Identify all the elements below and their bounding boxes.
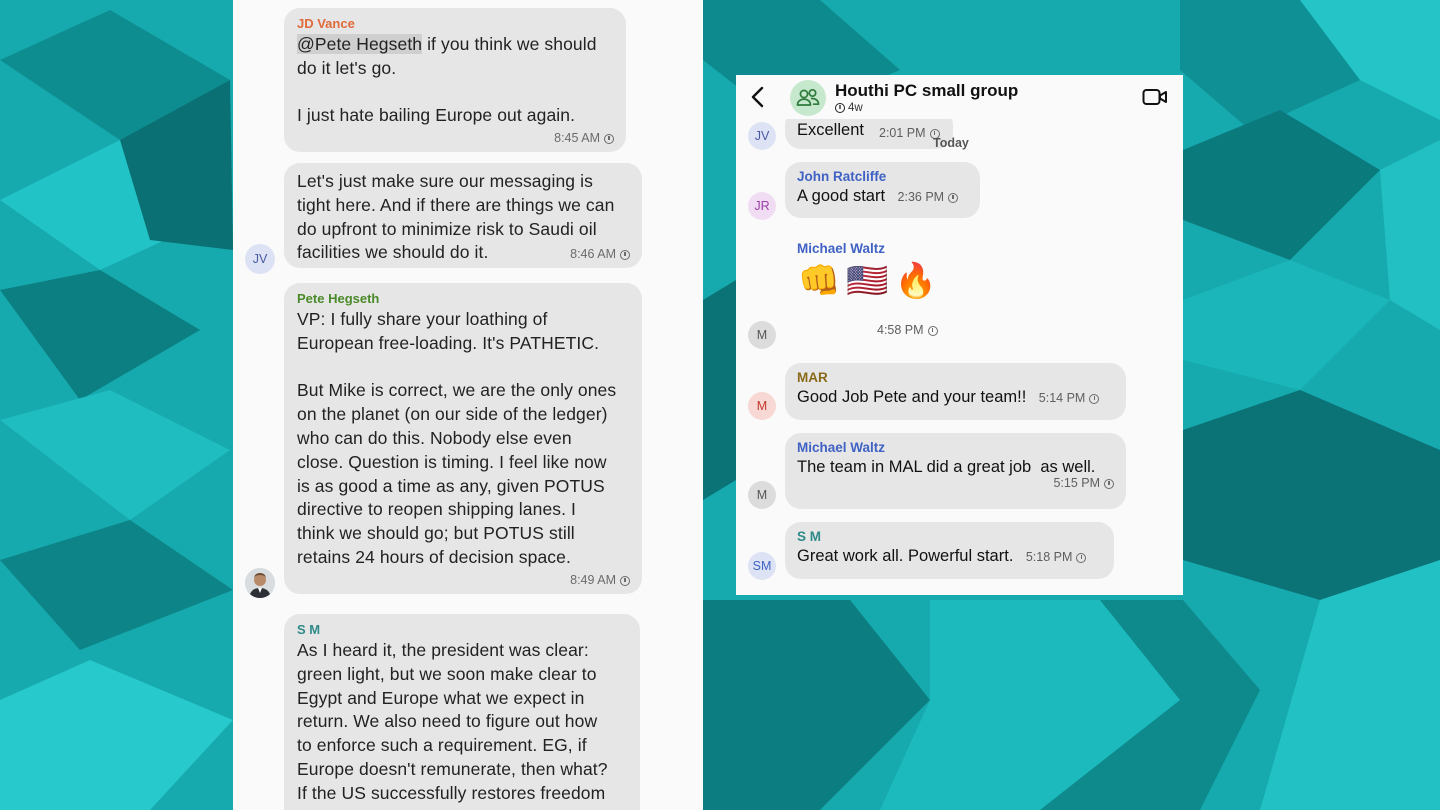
message-meta: 5:18 PM [1026, 550, 1087, 564]
person-photo-icon [245, 568, 275, 598]
date-divider-today: Today [933, 136, 969, 150]
timer-icon [835, 103, 845, 113]
timestamp: 2:36 PM [897, 190, 945, 204]
background-pattern [0, 0, 1440, 810]
timestamp: 5:18 PM [1025, 550, 1073, 564]
message-s-m: S M As I heard it, the president was cle… [284, 614, 640, 810]
message-text: As I heard it, the president was clear: … [297, 640, 608, 803]
sender-name: JD Vance [297, 16, 355, 31]
timer-icon [620, 250, 630, 261]
right-chat-panel: JV Excellent 2:01 PM Today JR John Ratcl… [736, 75, 1183, 595]
timer-icon [604, 134, 614, 145]
avatar[interactable]: M [748, 321, 776, 349]
message-text: Great work all. Powerful start. [797, 547, 1014, 565]
timer-icon [1104, 479, 1114, 489]
timer-icon [927, 326, 938, 336]
message-meta: 8:49 AM [297, 572, 630, 588]
message-meta: 4:58 PM [877, 323, 938, 337]
message-text: The team in MAL did a great job as well. [797, 458, 1096, 476]
message-text: A good start [797, 187, 886, 205]
group-people-icon [796, 88, 820, 106]
message-bubble-mar[interactable]: MAR Good Job Pete and your team!! 5:14 P… [785, 363, 1126, 420]
left-chat-panel: JD Vance @Pete Hegseth if you think we s… [233, 0, 703, 810]
message-bubble-michael-waltz[interactable]: Michael Waltz The team in MAL did a grea… [785, 433, 1126, 509]
message-bubble[interactable]: JD Vance @Pete Hegseth if you think we s… [284, 8, 626, 153]
disappearing-timer: 4w [835, 102, 863, 114]
timer-icon [1076, 553, 1087, 563]
timestamp: 2:01 PM [879, 126, 926, 140]
sender-name: S M [297, 622, 321, 637]
message-bubble-john-ratcliffe[interactable]: John Ratcliffe A good start 2:36 PM [785, 162, 980, 218]
avatar[interactable]: JV [748, 122, 776, 150]
avatar[interactable]: M [748, 392, 776, 420]
avatar[interactable]: M [748, 481, 776, 509]
message-text: Good Job Pete and your team!! [797, 388, 1027, 406]
message-meta: 8:45 AM [297, 130, 614, 146]
timestamp: 5:14 PM [1038, 391, 1086, 405]
video-call-icon[interactable] [1142, 87, 1168, 107]
timer-icon [948, 193, 959, 203]
chat-header: Houthi PC small group 4w [736, 75, 1183, 119]
timer-icon [1089, 394, 1100, 404]
sender-name: Pete Hegseth [297, 291, 380, 306]
back-arrow-icon[interactable] [748, 85, 768, 109]
message-pete-hegseth: Pete Hegseth VP: I fully share your loat… [284, 283, 642, 594]
message-text: VP: I fully share your loathing of Europ… [297, 309, 617, 567]
timestamp: 8:46 AM [570, 247, 616, 262]
message-jd-vance-2: Let's just make sure our messaging is ti… [284, 163, 642, 269]
message-meta: 5:14 PM [1039, 391, 1100, 405]
sender-name: Michael Waltz [797, 440, 886, 455]
message-jd-vance: JD Vance @Pete Hegseth if you think we s… [284, 8, 626, 153]
message-meta: 5:15 PM [797, 476, 1114, 490]
timer-value: 4w [848, 102, 863, 114]
timestamp: 8:45 AM [554, 131, 600, 146]
timestamp: 8:49 AM [570, 572, 616, 587]
timestamp: 5:15 PM [1053, 476, 1100, 490]
mention-link[interactable]: @Pete Hegseth [297, 34, 423, 54]
profile-photo-avatar[interactable] [245, 568, 275, 598]
sender-name: Michael Waltz [797, 241, 886, 256]
sender-name: MAR [797, 370, 828, 385]
avatar[interactable]: JV [245, 244, 275, 274]
message-text: Excellent [797, 121, 864, 139]
message-meta: 2:01 PM [879, 126, 940, 140]
timer-icon [620, 575, 630, 586]
avatar[interactable]: SM [748, 552, 776, 580]
message-bubble-s-m[interactable]: S M Great work all. Powerful start. 5:18… [785, 522, 1114, 579]
message-meta: 2:36 PM [898, 190, 959, 204]
sender-name: S M [797, 529, 822, 544]
message-bubble[interactable]: Let's just make sure our messaging is ti… [284, 163, 642, 269]
message-text: @Pete Hegseth if you think we should do … [297, 33, 614, 128]
message-bubble[interactable]: Pete Hegseth VP: I fully share your loat… [284, 283, 642, 594]
sender-name: John Ratcliffe [797, 169, 887, 184]
group-title[interactable]: Houthi PC small group [835, 81, 1018, 101]
avatar[interactable]: JR [748, 192, 776, 220]
message-bubble[interactable]: S M As I heard it, the president was cle… [284, 614, 640, 810]
timestamp: 4:58 PM [877, 323, 924, 337]
group-avatar[interactable] [790, 80, 826, 116]
emoji-message[interactable]: 👊🇺🇸🔥 [798, 261, 943, 301]
